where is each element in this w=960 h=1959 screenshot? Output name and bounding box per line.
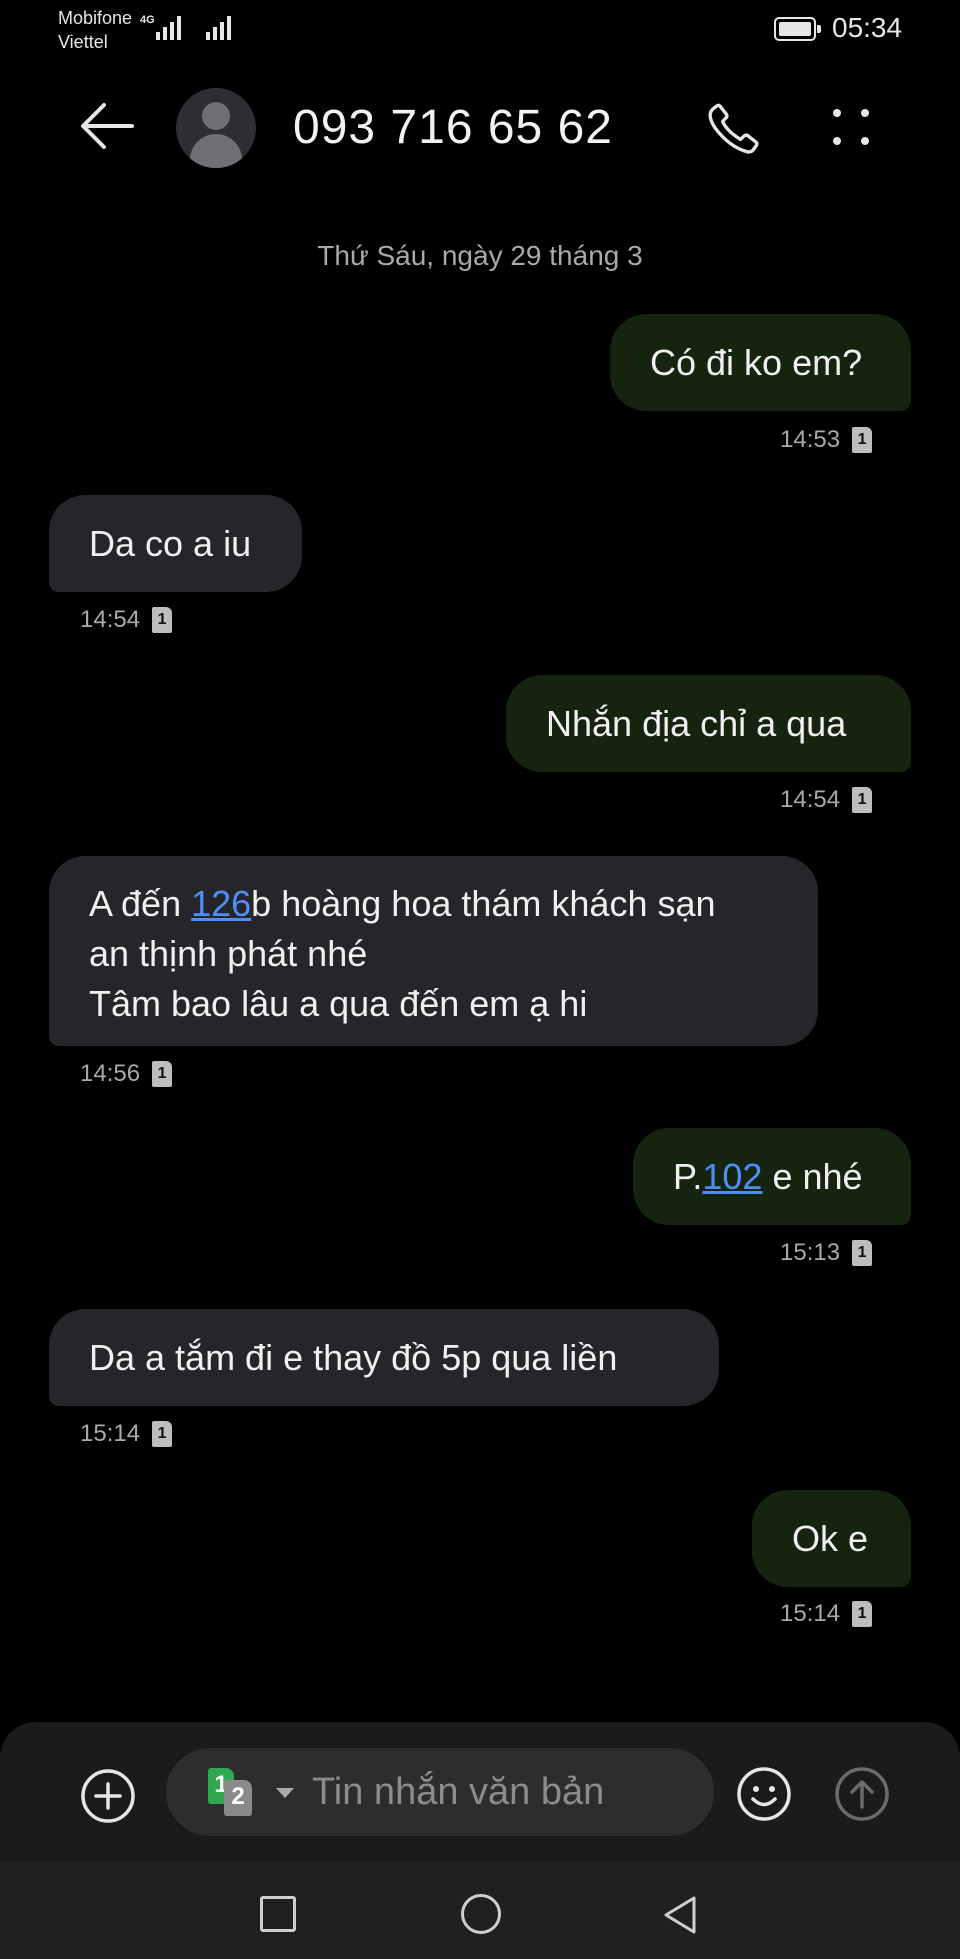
message-time: 15:14 [80,1420,141,1447]
message-time: 14:53 [780,426,841,453]
message-link[interactable]: 126 [191,883,251,924]
message-text: Da a tắm đi e thay đồ 5p qua liền [89,1336,618,1378]
message-meta: 14:56 1 [80,1060,173,1088]
battery-icon [774,17,821,41]
carrier-1: Mobifone [58,8,133,28]
conversation-header: 093 716 65 62 [0,76,960,176]
phone-icon [708,103,759,154]
message-bubble-incoming[interactable]: Da a tắm đi e thay đồ 5p qua liền [49,1309,719,1406]
date-separator: Thứ Sáu, ngày 29 tháng 3 [317,240,643,271]
message-input[interactable] [312,1766,692,1818]
send-button[interactable] [834,1766,890,1822]
sim-card-icon: 1 [152,607,173,633]
recents-square-icon[interactable] [260,1896,296,1932]
contact-avatar[interactable] [176,88,256,168]
message-line: A đến 126b hoàng hoa thám khách sạn [89,883,716,924]
message-bubble-outgoing[interactable]: Nhắn địa chỉ a qua [506,675,911,772]
sim-card-icon: 1 [852,787,873,813]
carrier-2: Viettel [58,32,108,52]
sim-2-icon: 2 [224,1780,252,1816]
chevron-down-icon[interactable] [276,1788,294,1798]
message-time: 15:13 [780,1239,841,1266]
message-bubble-outgoing[interactable]: Ok e [752,1490,911,1587]
message-text: Da co a iu [89,522,252,564]
message-link[interactable]: 102 [702,1156,762,1197]
sim-card-icon: 1 [852,1601,873,1627]
home-circle-icon[interactable] [461,1894,501,1934]
sim-card-icon: 1 [152,1421,173,1447]
message-composer: 1 2 [0,1722,960,1862]
message-time: 14:54 [80,606,141,633]
message-meta: 14:54 1 [780,786,873,814]
message-meta: 15:14 1 [80,1420,173,1448]
message-line: an thịnh phát nhé [89,933,368,974]
carrier-labels: Mobifone Viettel [58,6,132,54]
contact-name[interactable]: 093 716 65 62 [293,100,613,155]
message-time: 14:54 [780,786,841,813]
message-line: Tâm bao lâu a qua đến em ạ hi [89,983,588,1024]
sim-card-icon: 1 [852,427,873,453]
message-meta: 15:14 1 [780,1600,873,1628]
message-bubble-outgoing[interactable]: Có đi ko em? [610,314,911,411]
system-navigation-bar [0,1862,960,1959]
status-bar: Mobifone Viettel 4G 05:34 [0,0,960,60]
more-dots-icon [833,109,841,117]
sim-selector[interactable]: 1 2 [208,1768,272,1816]
emoji-button[interactable] [736,1766,792,1822]
message-meta: 14:53 1 [780,426,873,454]
sim-card-icon: 1 [852,1240,873,1266]
sim-card-icon: 1 [152,1061,173,1087]
message-text: P.102 e nhé [673,1155,863,1197]
smiley-icon [737,1767,791,1821]
message-text: Ok e [792,1517,869,1559]
message-time: 14:56 [80,1060,141,1087]
message-bubble-incoming[interactable]: Da co a iu [49,495,302,592]
back-arrow-icon [81,103,134,149]
message-meta: 14:54 1 [80,606,173,634]
network-type: 4G [140,14,155,26]
message-bubble-outgoing[interactable]: P.102 e nhé [633,1128,911,1225]
status-time: 05:34 [832,12,903,43]
back-button[interactable] [78,100,136,152]
add-attachment-button[interactable] [80,1768,136,1824]
signal-icon [206,14,231,40]
send-arrow-up-icon [835,1767,889,1821]
message-input-container: 1 2 [166,1748,714,1836]
message-meta: 15:13 1 [780,1239,873,1267]
call-button[interactable] [704,100,762,158]
message-text: Nhắn địa chỉ a qua [546,702,847,744]
more-options-button[interactable] [826,102,876,152]
back-triangle-icon[interactable] [660,1894,700,1936]
message-bubble-incoming[interactable]: A đến 126b hoàng hoa thám khách sạn an t… [49,856,818,1046]
signal-icon [156,14,181,40]
plus-circle-icon [81,1769,135,1823]
message-time: 15:14 [780,1600,841,1627]
message-text: Có đi ko em? [650,341,863,383]
